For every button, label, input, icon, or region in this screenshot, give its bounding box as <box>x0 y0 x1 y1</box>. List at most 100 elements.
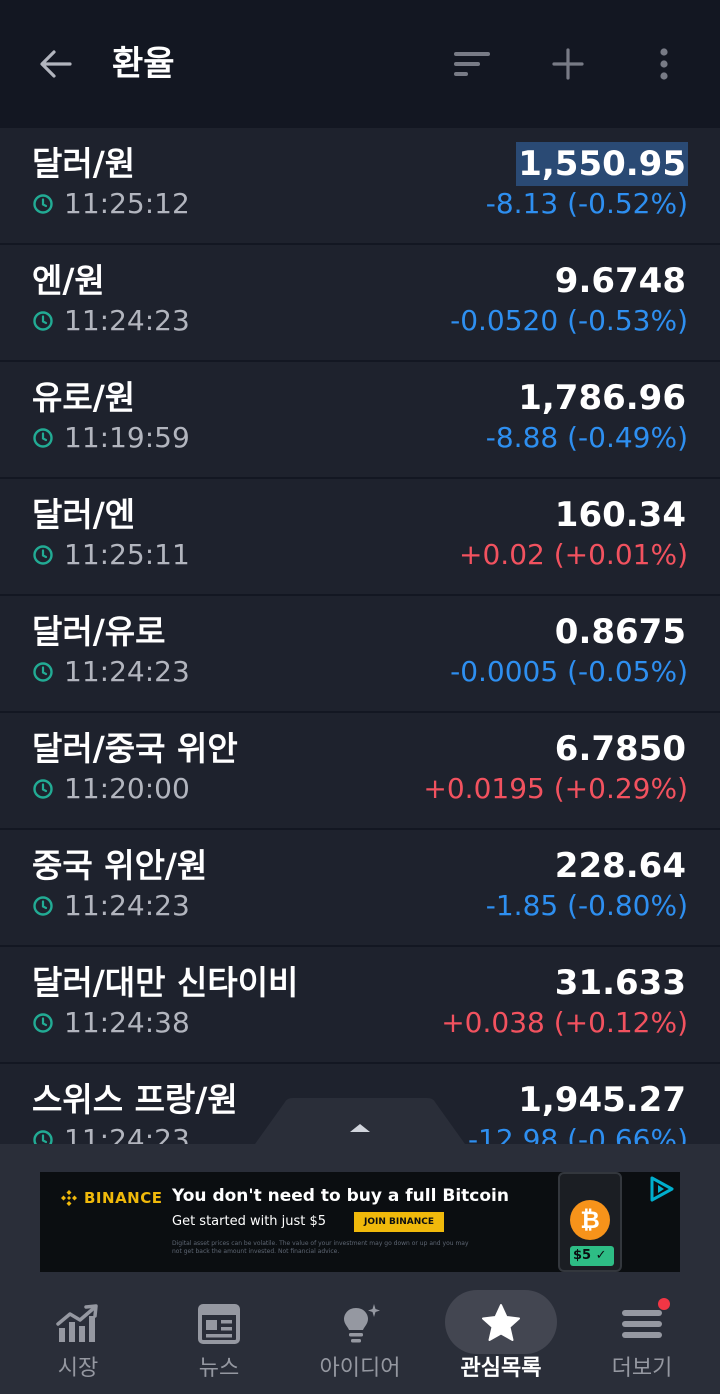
currency-pair-name: 달러/대만 신타이비 <box>32 963 299 1002</box>
rate-price: 1,786.96 <box>518 378 686 418</box>
ad-phone-graphic: ₿ $5 ✓ <box>558 1172 622 1272</box>
rate-row[interactable]: 달러/대만 신타이비 11:24:38 31.633 +0.038 (+0.12%) <box>0 947 720 1064</box>
currency-pair-name: 달러/원 <box>32 144 136 183</box>
page-title: 환율 <box>112 44 175 84</box>
binance-diamond-icon <box>61 1190 77 1206</box>
ad-container: BINANCE You don't need to buy a full Bit… <box>0 1144 720 1272</box>
menu-icon <box>622 1310 662 1338</box>
back-button[interactable] <box>36 44 76 84</box>
ad-disclaimer: Digital asset prices can be volatile. Th… <box>172 1240 469 1255</box>
rate-price: 9.6748 <box>554 261 686 301</box>
currency-pair-name: 달러/중국 위안 <box>32 729 238 768</box>
ad-cta-button[interactable]: JOIN BINANCE <box>354 1212 444 1232</box>
notification-badge <box>658 1298 670 1310</box>
timestamp: 11:25:12 <box>32 186 190 222</box>
nav-item-more[interactable]: 더보기 <box>570 1272 714 1394</box>
binance-ad-banner[interactable]: BINANCE You don't need to buy a full Bit… <box>40 1172 680 1272</box>
clock-icon <box>33 779 53 799</box>
clock-icon <box>33 896 53 916</box>
ad-choices-icon[interactable] <box>644 1174 678 1204</box>
nav-label: 시장 <box>57 1356 99 1381</box>
rate-price: 160.34 <box>554 495 686 535</box>
ad-subline: Get started with just $5 <box>172 1214 327 1229</box>
sort-button[interactable] <box>450 44 494 84</box>
update-time: 11:20:00 <box>64 772 190 805</box>
nav-label: 뉴스 <box>198 1356 240 1381</box>
rate-price: 1,550.95 <box>516 142 688 186</box>
rate-change: +0.02 (+0.01%) <box>459 538 688 571</box>
currency-pair-name: 달러/엔 <box>32 495 136 534</box>
clock-icon <box>33 1013 53 1033</box>
clock-icon <box>33 428 53 448</box>
update-time: 11:24:23 <box>64 1123 190 1144</box>
bitcoin-icon: ₿ <box>570 1200 610 1240</box>
clock-icon <box>33 1130 53 1144</box>
currency-pair-name: 스위스 프랑/원 <box>32 1080 238 1119</box>
clock-icon <box>33 311 53 331</box>
update-time: 11:24:23 <box>64 304 190 337</box>
timestamp: 11:20:00 <box>32 771 190 807</box>
rate-price: 228.64 <box>554 846 686 886</box>
exchange-rate-list[interactable]: 달러/원 11:25:12 1,550.95 -8.13 (-0.52%) 엔/원 11:… <box>0 128 720 1144</box>
rate-change: +0.038 (+0.12%) <box>441 1006 688 1039</box>
currency-pair-name: 엔/원 <box>32 261 105 300</box>
news-icon <box>198 1304 240 1344</box>
rate-row[interactable]: 달러/엔 11:25:11 160.34 +0.02 (+0.01%) <box>0 479 720 596</box>
ad-brand-text: BINANCE <box>84 1189 163 1207</box>
top-app-bar: 환율 <box>0 0 720 128</box>
rate-row[interactable]: 달러/중국 위안 11:20:00 6.7850 +0.0195 (+0.29%) <box>0 713 720 830</box>
rate-price: 0.8675 <box>554 612 686 652</box>
rate-change: +0.0195 (+0.29%) <box>423 772 688 805</box>
collapse-handle[interactable] <box>255 1098 465 1144</box>
timestamp: 11:19:59 <box>32 420 190 456</box>
timestamp: 11:24:23 <box>32 654 190 690</box>
update-time: 11:19:59 <box>64 421 190 454</box>
nav-label: 관심목록 <box>460 1356 542 1381</box>
ad-price-badge: $5 ✓ <box>570 1246 614 1266</box>
nav-item-watchlist[interactable]: 관심목록 <box>429 1272 573 1394</box>
rate-price: 1,945.27 <box>518 1080 686 1120</box>
rate-row[interactable]: 중국 위안/원 11:24:23 228.64 -1.85 (-0.80%) <box>0 830 720 947</box>
update-time: 11:24:38 <box>64 1006 190 1039</box>
chevron-up-icon <box>255 1098 465 1144</box>
timestamp: 11:25:11 <box>32 537 190 573</box>
sort-icon <box>454 52 490 76</box>
more-vertical-icon <box>660 48 668 80</box>
rate-row[interactable]: 유로/원 11:19:59 1,786.96 -8.88 (-0.49%) <box>0 362 720 479</box>
timestamp: 11:24:23 <box>32 888 190 924</box>
nav-item-market[interactable]: 시장 <box>6 1272 150 1394</box>
rate-price: 31.633 <box>554 963 686 1003</box>
nav-item-news[interactable]: 뉴스 <box>147 1272 291 1394</box>
arrow-left-icon <box>40 50 72 78</box>
rate-row[interactable]: 달러/유로 11:24:23 0.8675 -0.0005 (-0.05%) <box>0 596 720 713</box>
update-time: 11:24:23 <box>64 655 190 688</box>
add-button[interactable] <box>546 42 590 86</box>
rate-change: -1.85 (-0.80%) <box>485 889 688 922</box>
clock-icon <box>33 662 53 682</box>
plus-icon <box>552 48 584 80</box>
nav-label: 더보기 <box>611 1356 673 1381</box>
binance-logo: BINANCE <box>60 1186 163 1210</box>
more-options-button[interactable] <box>646 42 682 86</box>
idea-bulb-icon <box>344 1304 380 1343</box>
star-icon <box>482 1304 520 1341</box>
rate-change: -8.88 (-0.49%) <box>485 421 688 454</box>
rate-row[interactable]: 엔/원 11:24:23 9.6748 -0.0520 (-0.53%) <box>0 245 720 362</box>
bottom-navigation: 시장 뉴스 아이디어 관심목록 더보기 <box>0 1272 720 1394</box>
update-time: 11:24:23 <box>64 889 190 922</box>
nav-item-ideas[interactable]: 아이디어 <box>288 1272 432 1394</box>
rate-row[interactable]: 달러/원 11:25:12 1,550.95 -8.13 (-0.52%) <box>0 128 720 245</box>
ad-headline: You don't need to buy a full Bitcoin <box>172 1186 509 1206</box>
clock-icon <box>33 194 53 214</box>
timestamp: 11:24:23 <box>32 303 190 339</box>
rate-change: -0.0520 (-0.53%) <box>450 304 688 337</box>
app-root: 환율 달러/원 11:25:12 1,550.95 -8.13 (-0.52%) 엔/원… <box>0 0 720 1394</box>
currency-pair-name: 중국 위안/원 <box>32 846 208 885</box>
rate-price: 6.7850 <box>554 729 686 769</box>
rate-change: -0.0005 (-0.05%) <box>450 655 688 688</box>
clock-icon <box>33 545 53 565</box>
rate-change: -12.98 (-0.66%) <box>467 1123 688 1144</box>
market-chart-icon <box>56 1304 98 1342</box>
timestamp: 11:24:23 <box>32 1122 190 1144</box>
update-time: 11:25:12 <box>64 187 190 220</box>
